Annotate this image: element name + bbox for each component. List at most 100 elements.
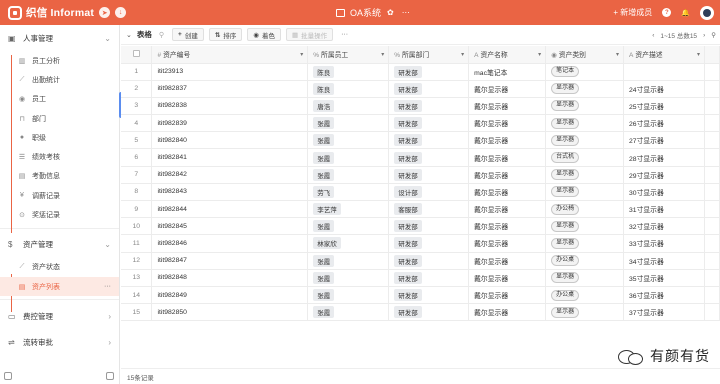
category-cell[interactable]: 台式机 [545, 148, 625, 167]
department-cell[interactable]: 研发部 [388, 63, 470, 81]
employee-tag[interactable]: 唐浩 [313, 99, 335, 112]
category-cell[interactable]: 显示器 [545, 131, 625, 150]
share-icon[interactable]: ⚲ [159, 31, 164, 39]
employee-cell[interactable]: 李艺萍 [307, 200, 390, 219]
employee-tag[interactable]: 张霞 [313, 289, 335, 302]
asset-name-cell[interactable]: 戴尔显示器 [468, 114, 547, 133]
table-row[interactable]: 4 itit982839 张霞 研发部 戴尔显示器 显示器 26寸显示器 [121, 114, 720, 133]
department-cell[interactable]: 研发部 [388, 131, 470, 150]
department-tag[interactable]: 研发部 [394, 82, 422, 95]
table-row[interactable]: 3 itit982838 唐浩 研发部 戴尔显示器 显示器 25寸显示器 [121, 97, 720, 116]
add-module-icon[interactable] [106, 372, 114, 380]
table-row[interactable]: 15 itit982850 张霞 研发部 戴尔显示器 显示器 37寸显示器 [121, 303, 720, 322]
department-tag[interactable]: 研发部 [394, 306, 422, 319]
asset-id-cell[interactable]: itit982846 [151, 234, 309, 253]
employee-cell[interactable]: 张霞 [307, 217, 390, 236]
employee-tag[interactable]: 张霞 [313, 220, 335, 233]
asset-name-cell[interactable]: 戴尔显示器 [468, 217, 547, 236]
asset-name-cell[interactable]: 戴尔显示器 [468, 269, 547, 287]
employee-tag[interactable]: 张霞 [313, 306, 335, 319]
employee-tag[interactable]: 张霞 [313, 254, 335, 267]
send-icon[interactable]: ➤ [99, 7, 111, 18]
department-tag[interactable]: 研发部 [394, 237, 422, 250]
department-tag[interactable]: 研发部 [394, 289, 422, 302]
asset-id-cell[interactable]: itit982839 [151, 114, 309, 133]
employee-tag[interactable]: 林家欣 [313, 237, 341, 250]
category-cell[interactable]: 显示器 [545, 97, 625, 116]
settings-icon[interactable]: ✿ [387, 8, 394, 17]
table-row[interactable]: 2 itit982837 陈良 研发部 戴尔显示器 显示器 24寸显示器 [121, 80, 720, 98]
description-cell[interactable]: 37寸显示器 [623, 303, 705, 322]
asset-name-cell[interactable]: 戴尔显示器 [468, 166, 547, 184]
asset-id-cell[interactable]: itit982848 [151, 269, 309, 287]
sidebar-item-department[interactable]: ⊓ 部门 [0, 109, 119, 128]
avatar[interactable] [700, 5, 714, 20]
sidebar-item-rank[interactable]: ● 职级 [0, 128, 119, 147]
employee-tag[interactable]: 张霞 [313, 168, 335, 181]
chevron-down-icon[interactable]: ⌄ [126, 31, 132, 39]
sidebar-item-rewards[interactable]: ⊙ 奖惩记录 [0, 205, 119, 224]
table-row[interactable]: 12 itit982847 张霞 研发部 戴尔显示器 办公桌 34寸显示器 [121, 252, 720, 270]
sidebar-item-attendance-info[interactable]: ▤ 考勤信息 [0, 167, 119, 186]
employee-cell[interactable]: 张霞 [307, 148, 390, 167]
department-tag[interactable]: 研发部 [394, 134, 422, 147]
department-tag[interactable]: 研发部 [394, 271, 422, 284]
asset-id-cell[interactable]: itit982838 [151, 97, 309, 116]
description-cell[interactable]: 35寸显示器 [623, 269, 705, 287]
table-row[interactable]: 1 itit23913 陈良 研发部 mac笔记本 笔记本 [121, 63, 720, 81]
asset-name-cell[interactable]: 戴尔显示器 [468, 148, 547, 167]
asset-id-cell[interactable]: itit982844 [151, 200, 309, 219]
column-header-asset-category[interactable]: ◉ 资产类别 ▾ [545, 46, 625, 64]
sidebar-group-approval[interactable]: ⇌ 流转审批 › [0, 329, 119, 355]
column-header-asset-desc[interactable]: A 资产描述 ▾ [623, 46, 705, 64]
new-member-button[interactable]: + 新增成员 [613, 7, 652, 18]
sidebar-item-employee[interactable]: ◉ 员工 [0, 90, 119, 109]
asset-name-cell[interactable]: 戴尔显示器 [468, 252, 547, 270]
asset-name-cell[interactable]: 戴尔显示器 [468, 80, 547, 98]
description-cell[interactable]: 34寸显示器 [623, 252, 705, 270]
sort-button[interactable]: ⇅ 排序 [208, 28, 243, 41]
department-cell[interactable]: 研发部 [388, 234, 470, 253]
table-row[interactable]: 11 itit982846 林家欣 研发部 戴尔显示器 显示器 33寸显示器 [121, 234, 720, 253]
app-logo[interactable]: 织信 Informat ➤ ↓ [8, 0, 127, 25]
department-tag[interactable]: 研发部 [394, 254, 422, 267]
department-cell[interactable]: 研发部 [388, 286, 470, 305]
column-header-asset-name[interactable]: A 资产名称 ▾ [468, 46, 547, 64]
department-tag[interactable]: 研发部 [394, 168, 422, 181]
employee-cell[interactable]: 陈良 [307, 63, 390, 81]
employee-cell[interactable]: 张霞 [307, 252, 390, 270]
asset-id-cell[interactable]: itit982847 [151, 252, 309, 270]
sidebar-item-performance[interactable]: ☰ 绩效考核 [0, 147, 119, 166]
asset-name-cell[interactable]: 戴尔显示器 [468, 286, 547, 305]
employee-cell[interactable]: 唐浩 [307, 97, 390, 116]
employee-cell[interactable]: 张霞 [307, 303, 390, 322]
category-cell[interactable]: 显示器 [545, 234, 625, 253]
table-row[interactable]: 9 itit982844 李艺萍 客服部 戴尔显示器 办公椅 31寸显示器 [121, 200, 720, 219]
notification-bell-icon[interactable]: 🔔 [681, 9, 690, 17]
view-title[interactable]: 表格 [137, 29, 152, 40]
department-cell[interactable]: 研发部 [388, 148, 470, 167]
employee-cell[interactable]: 林家欣 [307, 234, 390, 253]
employee-cell[interactable]: 张霞 [307, 286, 390, 305]
category-cell[interactable]: 显示器 [545, 166, 625, 184]
table-row[interactable]: 10 itit982845 张霞 研发部 戴尔显示器 显示器 32寸显示器 [121, 217, 720, 236]
department-tag[interactable]: 设计部 [394, 185, 422, 198]
employee-cell[interactable]: 张霞 [307, 114, 390, 133]
description-cell[interactable]: 26寸显示器 [623, 114, 705, 133]
asset-name-cell[interactable]: 戴尔显示器 [468, 200, 547, 219]
department-cell[interactable]: 研发部 [388, 114, 470, 133]
dropdown-icon[interactable]: ▾ [538, 51, 541, 58]
table-row[interactable]: 6 itit982841 张霞 研发部 戴尔显示器 台式机 28寸显示器 [121, 148, 720, 167]
employee-tag[interactable]: 张霞 [313, 271, 335, 284]
asset-name-cell[interactable]: 戴尔显示器 [468, 131, 547, 150]
next-page-icon[interactable]: › [703, 32, 705, 39]
category-cell[interactable]: 显示器 [545, 114, 625, 133]
description-cell[interactable]: 33寸显示器 [623, 234, 705, 253]
category-cell[interactable]: 办公桌 [545, 286, 625, 305]
sidebar-group-assets[interactable]: $ 资产管理 ⌄ [0, 232, 119, 258]
column-header-department[interactable]: % 所属部门 ▾ [388, 46, 470, 64]
asset-id-cell[interactable]: itit982850 [151, 303, 309, 322]
select-all-cell[interactable] [121, 46, 153, 64]
department-cell[interactable]: 研发部 [388, 166, 470, 184]
column-header-asset-id[interactable]: # 资产编号 ▾ [151, 46, 309, 64]
